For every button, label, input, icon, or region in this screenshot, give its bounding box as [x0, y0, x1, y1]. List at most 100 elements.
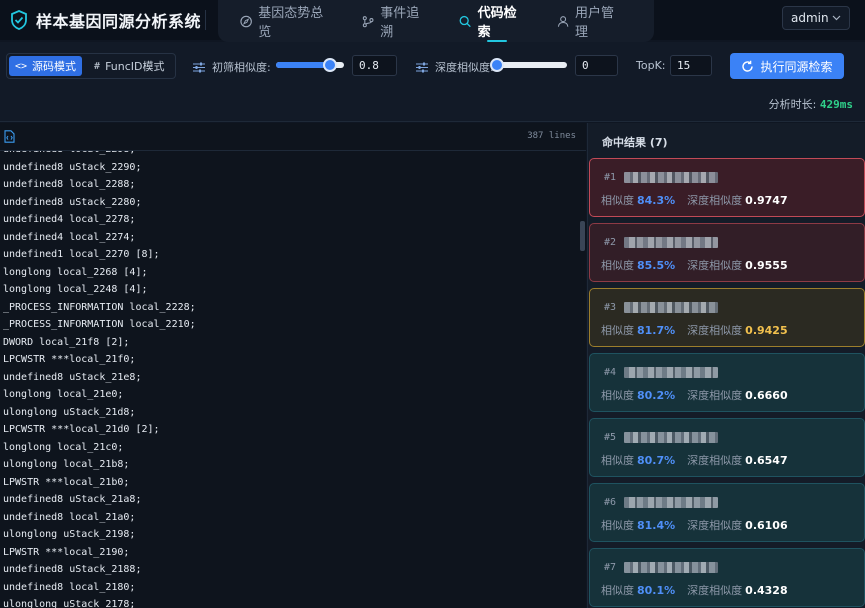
results-title: 命中结果 (7): [602, 136, 668, 149]
nav-item-trace[interactable]: 事件追溯: [362, 0, 429, 42]
result-stats: 相似度 85.5% 深度相似度 0.9555: [601, 257, 788, 273]
result-card[interactable]: #6 相似度 81.4% 深度相似度 0.6106: [589, 483, 865, 542]
funcid-mode-button[interactable]: # FuncID模式: [88, 56, 170, 76]
deep-similarity-value: 0.9747: [745, 194, 788, 207]
code-line: ulonglong uStack_2178;: [3, 599, 136, 608]
deep-similarity-value: 0.9555: [745, 259, 788, 272]
deep-sim-slider[interactable]: [490, 58, 567, 72]
code-line: longlong local_2268 [4];: [3, 266, 148, 278]
similarity-label: 相似度: [601, 519, 634, 532]
deep-similarity-label: 深度相似度: [687, 454, 743, 467]
divider: [205, 10, 206, 30]
result-rank: #6: [604, 497, 617, 508]
result-card[interactable]: #1 相似度 84.3% 深度相似度 0.9747: [589, 158, 865, 217]
nav-label: 代码检索: [477, 6, 517, 40]
similarity-value: 80.1%: [637, 584, 676, 597]
initial-sim-slider[interactable]: [276, 58, 344, 72]
code-line: ulonglong uStack_21d8;: [3, 406, 136, 418]
similarity-label: 相似度: [601, 324, 634, 337]
code-line: longlong local_21e0;: [3, 389, 124, 400]
source-mode-button[interactable]: <> 源码模式: [9, 56, 83, 76]
similarity-label: 相似度: [601, 194, 634, 207]
elapsed-label: 分析时长:: [768, 98, 817, 111]
deep-similarity-value: 0.4328: [745, 584, 788, 597]
elapsed-time: 分析时长: 429ms: [769, 96, 853, 112]
topk-input[interactable]: 15: [670, 55, 712, 76]
initial-sim-control: 初筛相似度:: [193, 59, 271, 75]
nav-label: 用户管理: [574, 6, 614, 40]
deep-sim-input[interactable]: 0: [575, 55, 618, 76]
code-line: ulonglong uStack_2198;: [3, 529, 136, 540]
similarity-value: 85.5%: [637, 259, 676, 272]
hash-icon: #: [94, 60, 101, 72]
result-card[interactable]: #4 相似度 80.2% 深度相似度 0.6660: [589, 353, 865, 412]
line-count: 387 lines: [527, 131, 576, 141]
code-line: _PROCESS_INFORMATION local_2210;: [3, 319, 196, 330]
username: admin: [791, 11, 829, 25]
similarity-value: 84.3%: [637, 194, 676, 207]
search-icon: [459, 15, 472, 27]
redacted-sample-name: [624, 432, 718, 443]
deep-similarity-label: 深度相似度: [687, 324, 743, 337]
code-scrollbar[interactable]: [580, 221, 585, 251]
code-line: undefined8 uStack_2280;: [3, 196, 142, 208]
results-panel: 命中结果 (7) #1 相似度 84.3% 深度相似度 0.9747 #2 相似度 85.5%…: [587, 123, 865, 608]
result-card[interactable]: #5 相似度 80.7% 深度相似度 0.6547: [589, 418, 865, 477]
deep-similarity-value: 0.6547: [745, 454, 788, 467]
deep-similarity-value: 0.9425: [745, 324, 788, 337]
initial-sim-label: 初筛相似度:: [212, 61, 271, 74]
deep-similarity-label: 深度相似度: [687, 584, 743, 597]
similarity-label: 相似度: [601, 389, 634, 402]
elapsed-value: 429ms: [819, 98, 853, 111]
result-stats: 相似度 84.3% 深度相似度 0.9747: [601, 192, 788, 208]
code-line: undefined4 local_2278;: [3, 214, 136, 225]
slider-handle[interactable]: [323, 58, 338, 72]
result-rank: #3: [604, 302, 617, 313]
sliders-icon: [193, 62, 205, 72]
shield-icon: [11, 10, 27, 30]
deep-sim-label: 深度相似度:: [435, 61, 494, 74]
redacted-sample-name: [624, 367, 718, 378]
nav-item-users[interactable]: 用户管理: [557, 0, 624, 42]
code-viewer[interactable]: undefined8 local_2298; undefined8 uStack_…: [0, 151, 580, 608]
nav-item-code-search[interactable]: 代码检索: [459, 0, 526, 42]
compass-icon: [240, 15, 252, 27]
redacted-sample-name: [624, 497, 718, 508]
redacted-sample-name: [624, 172, 718, 183]
user-icon: [557, 15, 569, 27]
user-menu-button[interactable]: admin: [782, 6, 850, 30]
code-panel-header: 387 lines: [0, 123, 586, 151]
code-lines: undefined8 local_2298; undefined8 uStack_…: [0, 151, 580, 608]
result-card[interactable]: #2 相似度 85.5% 深度相似度 0.9555: [589, 223, 865, 282]
slider-handle[interactable]: [490, 58, 504, 72]
result-rank: #1: [604, 172, 617, 183]
code-file-icon[interactable]: [4, 130, 15, 143]
nav-item-overview[interactable]: 基因态势总览: [240, 0, 332, 42]
result-card[interactable]: #3 相似度 81.7% 深度相似度 0.9425: [589, 288, 865, 347]
refresh-icon: [742, 60, 754, 72]
result-card[interactable]: #7 相似度 80.1% 深度相似度 0.4328: [589, 548, 865, 607]
brand: 样本基因同源分析系统: [10, 8, 201, 32]
deep-similarity-label: 深度相似度: [687, 259, 743, 272]
initial-sim-input[interactable]: 0.8: [352, 55, 397, 76]
mode-switch: <> 源码模式 # FuncID模式: [6, 53, 176, 79]
result-stats: 相似度 81.4% 深度相似度 0.6106: [601, 517, 788, 533]
app-title: 样本基因同源分析系统: [36, 12, 202, 31]
code-line: undefined8 uStack_2188;: [3, 564, 142, 575]
code-line: LPCWSTR ***local_21f0;: [3, 354, 136, 365]
code-line: undefined8 local_2288;: [3, 179, 136, 190]
nav-label: 基因态势总览: [258, 6, 324, 40]
redacted-sample-name: [624, 237, 718, 248]
code-line: undefined8 uStack_2290;: [3, 161, 142, 173]
topk-label: TopK:: [636, 59, 666, 72]
code-line: undefined4 local_2274;: [3, 231, 136, 243]
similarity-value: 81.7%: [637, 324, 676, 337]
code-line: _PROCESS_INFORMATION local_2228;: [3, 301, 196, 313]
run-search-label: 执行同源检索: [760, 59, 833, 74]
similarity-label: 相似度: [601, 584, 634, 597]
run-search-button[interactable]: 执行同源检索: [730, 53, 844, 79]
result-stats: 相似度 80.7% 深度相似度 0.6547: [601, 452, 788, 468]
deep-similarity-label: 深度相似度: [687, 389, 743, 402]
branch-icon: [362, 15, 374, 27]
result-stats: 相似度 81.7% 深度相似度 0.9425: [601, 322, 788, 338]
